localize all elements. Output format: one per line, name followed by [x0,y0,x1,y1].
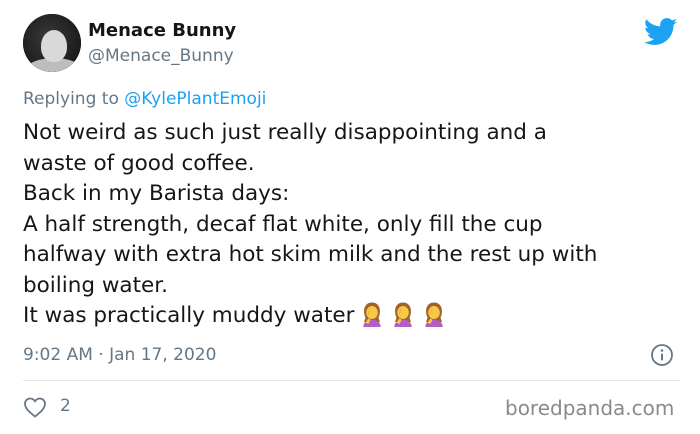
tweet-last-line: It was practically muddy water [23,301,683,332]
twitter-bird-icon[interactable] [644,18,678,46]
tweet-line: waste of good coffee. [23,150,255,176]
author-name[interactable]: Menace Bunny [88,20,236,41]
divider [23,380,680,381]
replying-to: Replying to @KylePlantEmoji [23,89,266,109]
tweet-line: boiling water. [23,272,168,298]
woman-facepalming-emoji [394,302,413,327]
author-handle[interactable]: @Menace_Bunny [88,46,234,66]
replying-prefix: Replying to [23,89,125,109]
heart-icon[interactable] [23,396,47,418]
woman-facepalming-emoji [425,302,444,327]
watermark: boredpanda.com [505,396,675,420]
reply-target-link[interactable]: @KylePlantEmoji [124,89,266,109]
info-icon[interactable] [650,343,674,367]
tweet-text: Not weird as such just really disappoint… [23,118,683,332]
tweet-line: It was practically muddy water [23,303,355,328]
tweet-line: A half strength, decaf flat white, only … [23,211,543,237]
tweet-timestamp[interactable]: 9:02 AM · Jan 17, 2020 [23,345,216,365]
like-count: 2 [60,396,71,416]
woman-facepalming-emoji [363,302,382,327]
tweet-line: halfway with extra hot skim milk and the… [23,242,598,267]
tweet-line: Not weird as such just really disappoint… [23,120,547,145]
tweet-line: Back in my Barista days: [23,181,290,206]
avatar[interactable] [23,14,81,72]
